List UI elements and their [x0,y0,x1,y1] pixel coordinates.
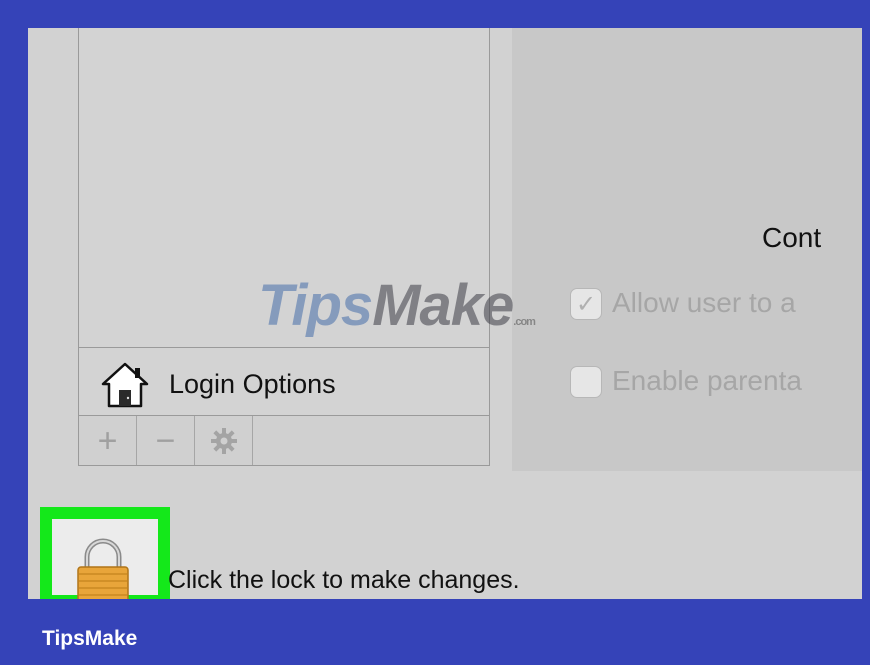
house-icon [101,362,149,408]
footer-brand: TipsMake [42,627,138,650]
add-user-button[interactable]: + [79,416,137,465]
parental-controls-label: Enable parenta [612,365,802,396]
lock-highlight[interactable] [40,507,170,599]
parental-controls-checkbox[interactable] [570,366,602,398]
footer-bar: TipsMake [0,599,870,665]
lock-icon [77,538,129,599]
user-list-toolbar: + − [79,415,489,465]
settings-menu-button[interactable] [195,416,253,465]
minus-icon: − [155,421,176,460]
watermark-logo: TipsMake.com [258,272,536,339]
allow-user-checkbox[interactable]: ✓ [570,288,602,320]
user-list-panel: Login Options + − [78,28,490,466]
top-border [0,0,870,28]
lock-instruction-text: Click the lock to make changes. [168,566,520,594]
remove-user-button[interactable]: − [137,416,195,465]
watermark-tips: Tips [258,273,373,338]
watermark-suffix: .com [513,316,536,328]
login-options-label: Login Options [169,369,336,399]
plus-icon: + [97,421,118,460]
section-heading: Cont [762,222,822,253]
allow-user-label: Allow user to a [612,287,796,318]
watermark-make: Make [372,273,514,338]
gear-icon [210,427,237,454]
login-options-item[interactable]: Login Options [79,347,489,415]
